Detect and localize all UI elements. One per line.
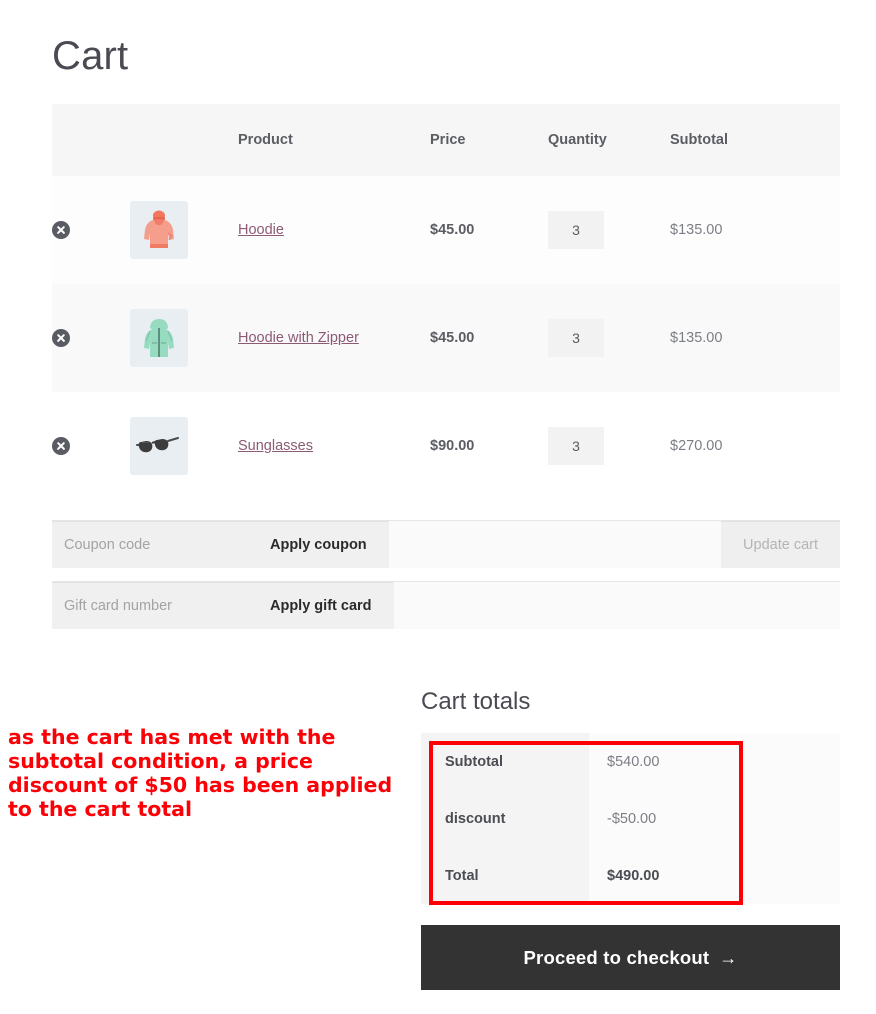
header-price: Price — [430, 132, 466, 148]
cart-page: Cart Product Price Quantity Subtotal Hoo… — [0, 0, 876, 1014]
table-row: Hoodie with Zipper $45.00 $135.00 — [52, 284, 840, 392]
cart-items-table: Product Price Quantity Subtotal Hoodie $… — [52, 104, 840, 500]
proceed-to-checkout-button[interactable]: Proceed to checkout → — [421, 925, 840, 990]
checkout-label: Proceed to checkout — [523, 946, 710, 968]
update-cart-button[interactable]: Update cart — [721, 521, 840, 568]
gift-card-row: Apply gift card — [52, 581, 840, 629]
table-header-row: Product Price Quantity Subtotal — [52, 104, 840, 176]
product-name-cell: Hoodie with Zipper — [238, 284, 430, 392]
price-cell: $90.00 — [430, 438, 475, 454]
quantity-cell — [548, 176, 670, 284]
product-name-cell: Hoodie — [238, 176, 430, 284]
table-row: Sunglasses $90.00 $270.00 — [52, 392, 840, 500]
totals-label-discount: discount — [421, 790, 589, 847]
header-product: Product — [238, 132, 293, 148]
product-name-cell: Sunglasses — [238, 392, 430, 500]
quantity-input[interactable] — [548, 427, 604, 465]
hoodie-with-zipper-thumbnail-icon[interactable] — [130, 309, 188, 367]
remove-item-icon[interactable] — [52, 437, 70, 455]
price-cell: $45.00 — [430, 222, 475, 238]
subtotal-cell: $135.00 — [670, 222, 723, 238]
remove-cell — [52, 176, 130, 284]
price-cell: $45.00 — [430, 330, 475, 346]
table-row: Hoodie $45.00 $135.00 — [52, 176, 840, 284]
arrow-right-icon: → — [719, 947, 738, 968]
cart-totals-table: Subtotal $540.00 discount -$50.00 Total … — [421, 733, 840, 904]
cart-totals-heading: Cart totals — [421, 688, 531, 715]
remove-item-icon[interactable] — [52, 221, 70, 239]
annotation-text: as the cart has met with the subtotal co… — [8, 725, 393, 821]
apply-coupon-button[interactable]: Apply coupon — [248, 521, 389, 568]
totals-label-subtotal: Subtotal — [421, 733, 589, 790]
totals-row-discount: discount -$50.00 — [421, 790, 840, 847]
thumbnail-cell — [130, 176, 238, 284]
totals-value-discount: -$50.00 — [589, 790, 840, 847]
subtotal-cell: $270.00 — [670, 438, 723, 454]
header-quantity: Quantity — [548, 132, 607, 148]
quantity-input[interactable] — [548, 319, 604, 357]
product-link[interactable]: Sunglasses — [238, 438, 313, 454]
coupon-code-input[interactable] — [52, 521, 248, 568]
remove-cell — [52, 392, 130, 500]
totals-label-total: Total — [421, 847, 589, 904]
header-remove — [52, 104, 130, 176]
gift-card-number-input[interactable] — [52, 582, 248, 629]
coupon-row: Apply coupon Update cart — [52, 520, 840, 568]
gift-card-row-spacer — [394, 582, 840, 629]
subtotal-cell: $135.00 — [670, 330, 723, 346]
totals-value-subtotal: $540.00 — [589, 733, 840, 790]
header-thumbnail — [130, 104, 238, 176]
apply-gift-card-button[interactable]: Apply gift card — [248, 582, 394, 629]
quantity-cell — [548, 392, 670, 500]
quantity-input[interactable] — [548, 211, 604, 249]
thumbnail-cell — [130, 284, 238, 392]
totals-row-total: Total $490.00 — [421, 847, 840, 904]
thumbnail-cell — [130, 392, 238, 500]
quantity-cell — [548, 284, 670, 392]
header-subtotal: Subtotal — [670, 132, 728, 148]
hoodie-thumbnail-icon[interactable] — [130, 201, 188, 259]
coupon-row-spacer — [389, 521, 721, 568]
totals-row-subtotal: Subtotal $540.00 — [421, 733, 840, 790]
product-link[interactable]: Hoodie — [238, 222, 284, 238]
product-link[interactable]: Hoodie with Zipper — [238, 330, 359, 346]
totals-value-total: $490.00 — [589, 847, 840, 904]
page-title: Cart — [52, 34, 129, 78]
remove-item-icon[interactable] — [52, 329, 70, 347]
remove-cell — [52, 284, 130, 392]
sunglasses-thumbnail-icon[interactable] — [130, 417, 188, 475]
